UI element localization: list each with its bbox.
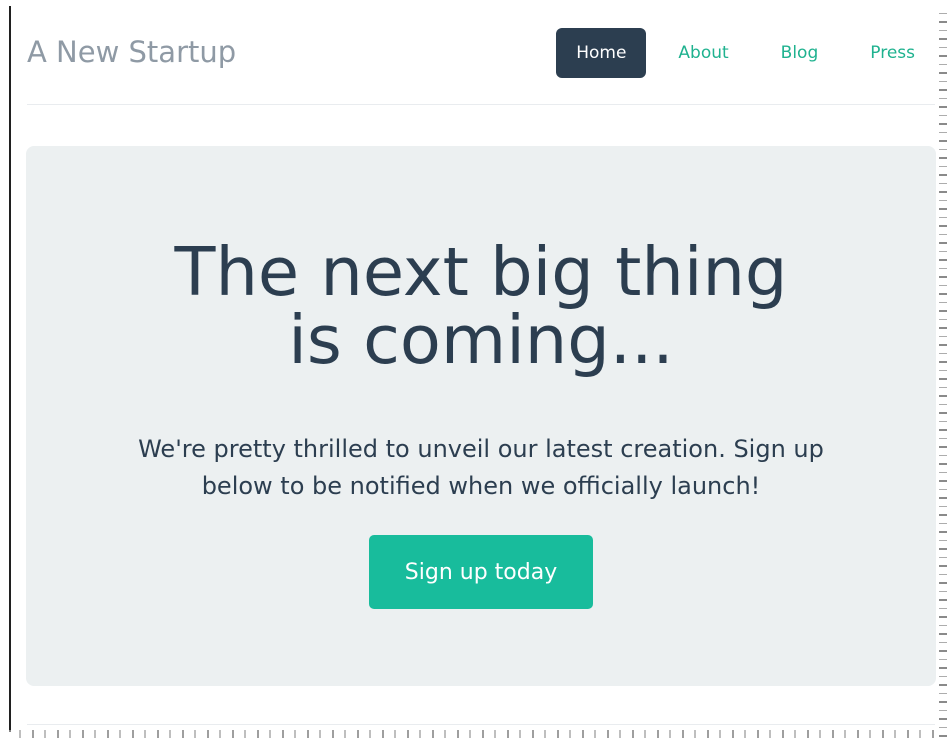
nav-home[interactable]: Home [556, 28, 647, 78]
hero-section: The next big thing is coming... We're pr… [26, 146, 936, 686]
site-brand[interactable]: A New Startup [27, 32, 236, 72]
footer-divider [27, 724, 935, 725]
nav-blog[interactable]: Blog [761, 28, 839, 78]
main-navigation: Home About Blog Press [556, 28, 935, 78]
bottom-edge-artifact [9, 730, 939, 738]
hero-subtitle: We're pretty thrilled to unveil our late… [138, 435, 824, 500]
site-header: A New Startup Home About Blog Press [27, 24, 935, 84]
signup-button[interactable]: Sign up today [369, 535, 593, 609]
hero-title: The next big thing is coming... [174, 233, 788, 379]
header-divider [27, 104, 935, 105]
screenshot-page: A New Startup Home About Blog Press The … [0, 0, 947, 738]
right-edge-artifact [939, 6, 947, 738]
nav-press[interactable]: Press [850, 28, 935, 78]
nav-about[interactable]: About [658, 28, 748, 78]
